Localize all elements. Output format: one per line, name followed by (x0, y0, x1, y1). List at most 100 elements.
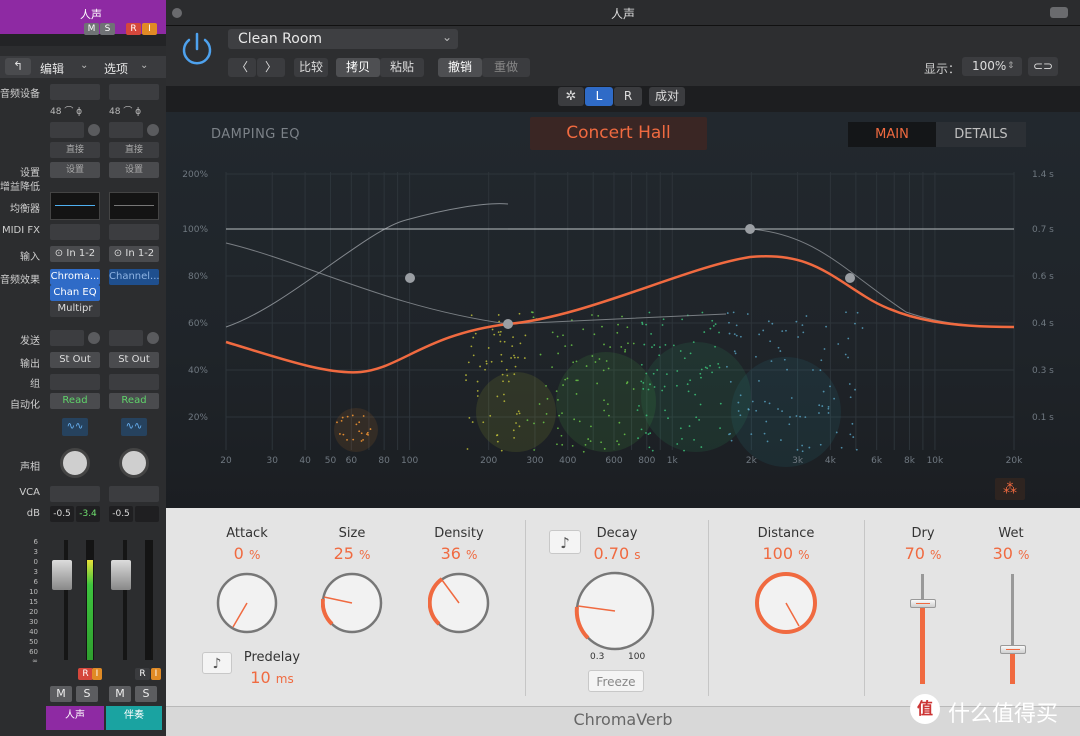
particle (585, 365, 588, 367)
pan-knob[interactable] (119, 448, 149, 478)
audio-device-slot[interactable] (109, 84, 159, 100)
back-arrow-icon[interactable]: ↰ (5, 58, 31, 75)
undo-button[interactable]: 撤销 (438, 58, 482, 77)
distance-knob[interactable] (755, 572, 817, 634)
input-monitor-button[interactable]: I (92, 668, 102, 680)
send-slot[interactable] (50, 330, 84, 346)
direct-button[interactable]: 直接 (109, 142, 159, 158)
track-header-vocal[interactable]: 人声 M S R I (0, 0, 166, 35)
input-slot[interactable]: ⊙ In 1-2 (109, 246, 159, 262)
output-slot[interactable]: St Out (50, 352, 100, 368)
send-knob-icon[interactable] (147, 332, 159, 344)
predelay-value[interactable]: 10 ms (222, 668, 322, 687)
particle (642, 381, 645, 384)
channel-right-button[interactable]: R (614, 87, 642, 106)
gain-knob-icon[interactable] (88, 124, 100, 136)
particle (689, 379, 692, 382)
particle (777, 408, 779, 410)
solo-button[interactable]: S (135, 686, 157, 702)
midi-fx-slot[interactable] (109, 224, 159, 240)
x-tick-label: 4k (825, 456, 837, 466)
mute-button[interactable]: M (109, 686, 131, 702)
output-slot[interactable]: St Out (109, 352, 159, 368)
particle (640, 428, 643, 431)
particle (651, 346, 653, 349)
previous-preset-button[interactable]: 〈 (228, 58, 256, 77)
eq-graph[interactable]: 200% 100% 80% 60% 40% 20% 1.4 s 0.7 s 0.6 s 0.4 s… (166, 112, 1080, 508)
waveform-icon[interactable]: ∿∿ (121, 418, 147, 436)
record-button[interactable]: R (135, 668, 150, 680)
gain-slot[interactable] (50, 122, 84, 138)
attack-knob[interactable] (216, 572, 278, 634)
input-monitor-button[interactable]: I (151, 668, 161, 680)
settings-button[interactable]: 设置 (109, 162, 159, 178)
particle (663, 385, 666, 388)
options-menu[interactable]: 选项 (104, 60, 128, 77)
audio-device-slot[interactable] (50, 84, 100, 100)
link-button[interactable]: ⊂⊃ (1028, 57, 1058, 76)
decay-value: 0.70 s (593, 544, 641, 563)
group-slot[interactable] (109, 374, 159, 390)
fx-slot-channel-eq[interactable]: Channel... (109, 269, 159, 285)
freeze-button[interactable]: Freeze (588, 670, 644, 692)
mute-button[interactable]: M (50, 686, 72, 702)
size-knob[interactable] (321, 572, 383, 634)
paste-button[interactable]: 粘贴 (380, 58, 424, 77)
particle (560, 434, 563, 437)
gain-knob-icon[interactable] (147, 124, 159, 136)
particle (609, 346, 612, 348)
fx-slot-chromaverb[interactable]: Chroma... (50, 269, 100, 285)
channel-name-vocal[interactable]: 人声 (46, 706, 104, 730)
reverb-display: DAMPING EQ Concert Hall MAIN DETAILS 200… (166, 112, 1080, 508)
fx-slot-channel-eq[interactable]: Chan EQ (50, 285, 100, 301)
automation-slot[interactable]: Read (50, 393, 100, 409)
automation-slot[interactable]: Read (109, 393, 159, 409)
waveform-icon[interactable]: ∿∿ (62, 418, 88, 436)
record-button[interactable]: R (126, 23, 141, 35)
solo-button[interactable]: S (100, 23, 115, 35)
edit-menu[interactable]: 编辑 (40, 60, 64, 77)
mute-button[interactable]: M (84, 23, 99, 35)
particle (714, 345, 716, 348)
record-button[interactable]: R (78, 668, 93, 680)
dry-slider-handle[interactable] (910, 599, 936, 608)
solo-button[interactable]: S (76, 686, 98, 702)
link-icon: ⊙ (113, 248, 123, 259)
volume-fader-cap[interactable] (111, 560, 131, 590)
particle (641, 323, 644, 325)
settings-button[interactable]: 设置 (50, 162, 100, 178)
copy-button[interactable]: 拷贝 (336, 58, 380, 77)
wet-slider-handle[interactable] (1000, 645, 1026, 654)
channel-name-backing[interactable]: 伴奏 (106, 706, 162, 730)
next-preset-button[interactable]: 〉 (257, 58, 285, 77)
pan-knob[interactable] (60, 448, 90, 478)
gain-slot[interactable] (109, 122, 143, 138)
group-slot[interactable] (50, 374, 100, 390)
particles-toggle-icon[interactable]: ⁂ (995, 478, 1025, 500)
pair-button[interactable]: 成对 (649, 87, 685, 106)
collapse-icon[interactable] (1050, 7, 1068, 18)
compare-button[interactable]: 比较 (294, 58, 328, 77)
channel-left-button[interactable]: L (585, 87, 613, 106)
preset-menu[interactable]: Clean Room ⌄ (228, 29, 458, 49)
volume-fader-cap[interactable] (52, 560, 72, 590)
eq-thumbnail[interactable] (50, 192, 100, 220)
fx-slot-multipressor[interactable]: Multipr (50, 301, 100, 317)
input-slot[interactable]: ⊙ In 1-2 (50, 246, 100, 262)
particle (799, 415, 801, 418)
redo-button[interactable]: 重做 (482, 58, 530, 77)
decay-knob[interactable] (574, 570, 656, 652)
vca-slot[interactable] (109, 486, 159, 502)
input-monitor-button[interactable]: I (142, 23, 157, 35)
send-knob-icon[interactable] (88, 332, 100, 344)
particle (827, 407, 830, 410)
direct-button[interactable]: 直接 (50, 142, 100, 158)
zoom-menu[interactable]: 100% ⇕ (962, 57, 1022, 76)
power-icon[interactable] (178, 30, 216, 68)
send-slot[interactable] (109, 330, 143, 346)
density-knob[interactable] (428, 572, 490, 634)
gear-icon[interactable]: ✲ (558, 87, 584, 106)
midi-fx-slot[interactable] (50, 224, 100, 240)
vca-slot[interactable] (50, 486, 100, 502)
eq-thumbnail[interactable] (109, 192, 159, 220)
